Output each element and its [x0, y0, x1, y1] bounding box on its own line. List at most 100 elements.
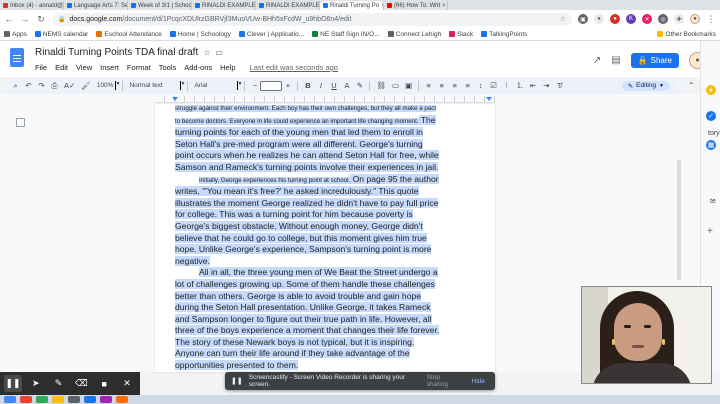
vertical-scrollbar[interactable]	[677, 160, 681, 280]
bulleted-list-icon[interactable]: ⁝	[503, 81, 510, 90]
comment-history-icon[interactable]: ▤	[611, 55, 620, 66]
keep-icon[interactable]: ●	[706, 85, 716, 95]
numbered-list-icon[interactable]: ⒈	[516, 80, 524, 91]
print-icon[interactable]: ⎙	[51, 81, 58, 91]
add-comment-icon[interactable]: ▭	[392, 81, 399, 90]
right-indent-marker[interactable]	[486, 97, 492, 101]
italic-icon[interactable]: I	[317, 81, 324, 90]
puzzle-icon[interactable]: ✚	[674, 14, 684, 24]
close-icon[interactable]: ✕	[118, 375, 136, 392]
move-folder-icon[interactable]: ▭	[215, 48, 223, 57]
calendar-icon[interactable]: ▦	[706, 140, 716, 150]
webcam-overlay[interactable]	[581, 286, 712, 384]
more-menu-icon[interactable]: ⋮	[706, 14, 716, 25]
forward-arrow-icon[interactable]: →	[20, 14, 30, 24]
menu-insert[interactable]: Insert	[100, 63, 119, 72]
browser-tab[interactable]: RINALDI EXAMPLE×	[192, 1, 256, 10]
bookmark-item[interactable]: Home | Schoology	[169, 31, 231, 38]
browser-tab[interactable]: Rinaldi Turning Po×	[320, 1, 384, 10]
eraser-icon[interactable]: ⌫	[72, 375, 90, 392]
pen-icon[interactable]: ✎	[50, 375, 68, 392]
camera-icon[interactable]: ■	[95, 375, 113, 392]
horizontal-ruler[interactable]	[155, 96, 495, 103]
undo-icon[interactable]: ↶	[25, 81, 32, 90]
other-bookmarks[interactable]: Other Bookmarks	[657, 31, 716, 38]
insert-image-icon[interactable]: ▣	[405, 81, 412, 90]
collapse-toolbar-icon[interactable]: ⌃	[688, 81, 695, 90]
profile-avatar[interactable]: ●	[690, 14, 700, 24]
text-color-icon[interactable]: A	[343, 81, 350, 90]
address-bar[interactable]: 🔒 docs.google.com/document/d/1PcqcXDUlrz…	[52, 12, 572, 26]
extension-icon[interactable]: ✕	[642, 14, 652, 24]
bookmark-item[interactable]: Apps	[4, 31, 27, 38]
document-title[interactable]: Rinaldi Turning Points TDA final draft	[35, 47, 198, 58]
dock-app-icon[interactable]	[36, 396, 48, 403]
extension-icon[interactable]: ●	[610, 14, 620, 24]
reload-icon[interactable]: ↻	[36, 14, 46, 25]
dock-app-icon[interactable]	[100, 396, 112, 403]
bookmark-item[interactable]: Eschool Attendance	[96, 31, 162, 38]
extension-icon[interactable]: ●	[594, 14, 604, 24]
clear-formatting-icon[interactable]: T̸	[556, 81, 563, 90]
stop-sharing-button[interactable]: Stop sharing	[427, 374, 462, 388]
tab-close-icon[interactable]: ×	[442, 3, 446, 9]
decrease-font-icon[interactable]: −	[251, 81, 258, 90]
document-outline-icon[interactable]	[16, 118, 25, 127]
bookmark-item[interactable]: Connect Lehigh	[387, 31, 441, 38]
font-size-input[interactable]	[260, 80, 283, 91]
extension-icon[interactable]: ◎	[658, 14, 668, 24]
dock-app-icon[interactable]	[84, 396, 96, 403]
menu-addons[interactable]: Add-ons	[184, 63, 212, 72]
bookmark-star-icon[interactable]: ☆	[560, 15, 566, 23]
back-arrow-icon[interactable]: ←	[4, 14, 14, 24]
bookmark-item[interactable]: Slack	[449, 31, 473, 38]
dock-app-icon[interactable]	[116, 396, 128, 403]
zoom-select[interactable]: 100% ▼	[97, 81, 120, 90]
editing-mode-select[interactable]: ✎ Editing ▼	[621, 80, 670, 91]
bold-icon[interactable]: B	[304, 81, 311, 90]
underline-icon[interactable]: U	[330, 81, 337, 90]
increase-indent-icon[interactable]: ⇥	[543, 81, 550, 90]
redo-icon[interactable]: ↷	[38, 81, 45, 90]
spellcheck-icon[interactable]: A✓	[64, 81, 75, 90]
browser-tab[interactable]: RINALDI EXAMPLE×	[256, 1, 320, 10]
menu-edit[interactable]: Edit	[55, 63, 68, 72]
highlight-icon[interactable]: ✎	[356, 81, 363, 90]
search-menus-icon[interactable]: ⌕	[12, 81, 19, 91]
justify-icon[interactable]: ≡	[464, 81, 471, 90]
browser-tab[interactable]: Week of 3/1 | Schoo×	[128, 1, 192, 10]
bookmark-item[interactable]: NE Staff Sign IN/O...	[312, 31, 380, 38]
hide-button[interactable]: Hide	[468, 376, 489, 387]
font-select[interactable]: Arial ▼	[194, 81, 242, 90]
document-body[interactable]: struggle against their environment. Each…	[175, 104, 487, 372]
pause-icon[interactable]: ❚❚	[4, 375, 22, 392]
dock-app-icon[interactable]	[20, 396, 32, 403]
align-right-icon[interactable]: ≡	[451, 81, 458, 90]
last-edit-link[interactable]: Last edit was seconds ago	[250, 63, 338, 72]
line-spacing-icon[interactable]: ↕	[477, 81, 484, 90]
cursor-icon[interactable]: ➤	[27, 375, 45, 392]
paint-format-icon[interactable]: 🖌	[81, 81, 91, 90]
add-ons-plus-icon[interactable]: +	[707, 226, 713, 237]
menu-tools[interactable]: Tools	[159, 63, 177, 72]
checklist-icon[interactable]: ☑	[490, 81, 497, 90]
dock-app-icon[interactable]	[68, 396, 80, 403]
menu-file[interactable]: File	[35, 63, 47, 72]
browser-tab[interactable]: Language Arts 7: Se×	[64, 1, 128, 10]
bookmark-item[interactable]: NEMS calendar	[34, 31, 88, 38]
menu-view[interactable]: View	[76, 63, 92, 72]
style-select[interactable]: Normal text ▼	[129, 81, 185, 90]
extension-icon[interactable]: K	[626, 14, 636, 24]
bookmark-item[interactable]: Clever | Applicatio...	[238, 31, 304, 38]
bookmark-item[interactable]: TalkingPoints	[481, 31, 527, 38]
dock-app-icon[interactable]	[52, 396, 64, 403]
dock-app-icon[interactable]	[4, 396, 16, 403]
share-button[interactable]: 🔒 Share	[630, 53, 679, 68]
increase-font-icon[interactable]: +	[284, 81, 291, 90]
tasks-icon[interactable]: ✓	[706, 111, 716, 121]
browser-tab[interactable]: (66) How To: Writ ×	[384, 1, 448, 10]
activity-trend-icon[interactable]: ↗	[593, 55, 601, 66]
extension-icon[interactable]: ▣	[578, 14, 588, 24]
insert-link-icon[interactable]: ⛓	[376, 81, 386, 90]
align-left-icon[interactable]: ≡	[425, 81, 432, 90]
